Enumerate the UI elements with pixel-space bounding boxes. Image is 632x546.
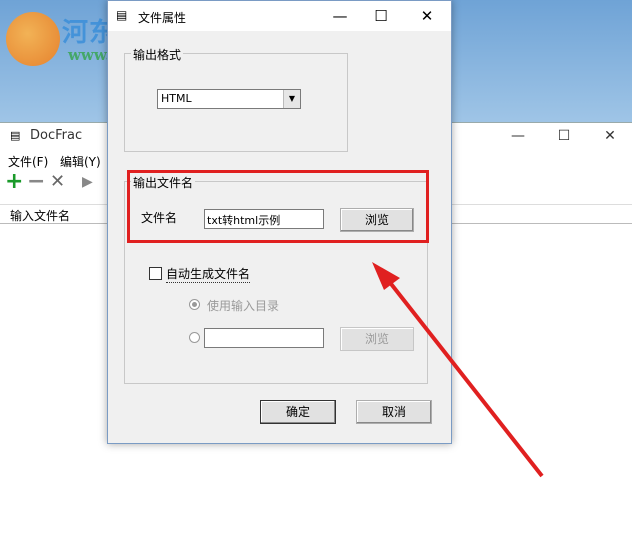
arrow-head xyxy=(372,262,400,290)
arrow-shaft xyxy=(386,278,544,478)
annotation-arrow-icon xyxy=(372,262,544,478)
